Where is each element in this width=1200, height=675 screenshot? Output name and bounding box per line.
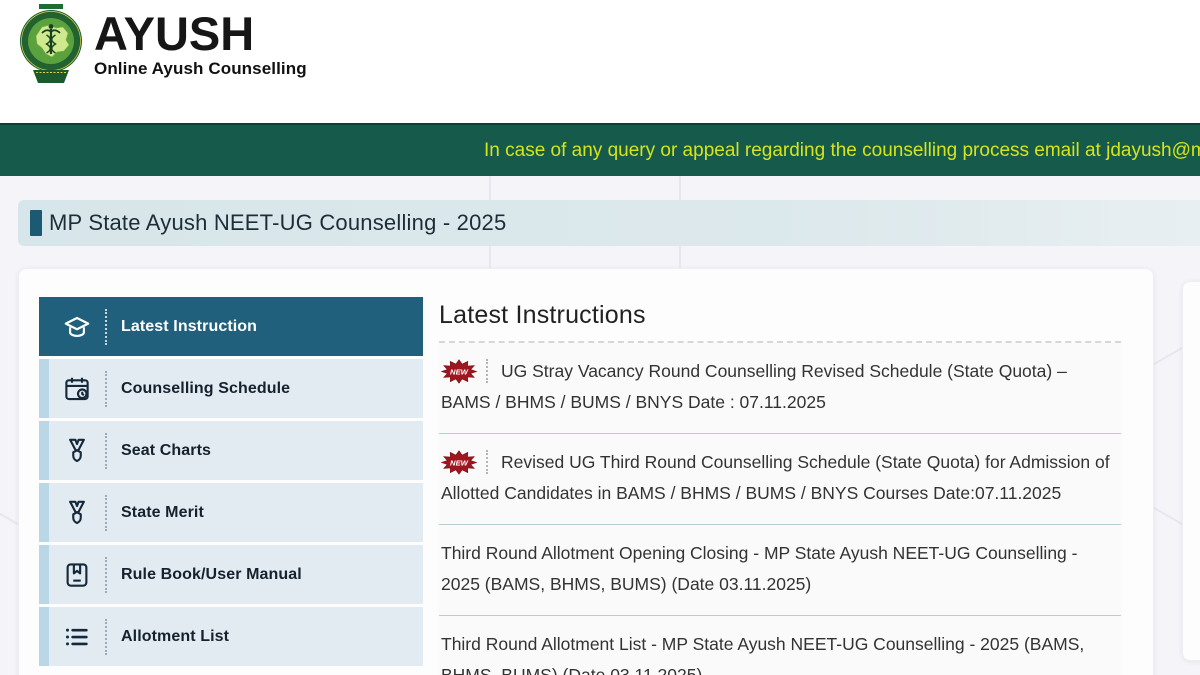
new-badge-icon: NEW xyxy=(441,359,477,384)
sidebar-item-label: Counselling Schedule xyxy=(121,380,290,398)
news-item: NEWUG Stray Vacancy Round Counselling Re… xyxy=(439,343,1121,434)
site-header: AYUSH Online Ayush Counselling xyxy=(0,0,1200,123)
icon-label-divider xyxy=(105,619,107,655)
brand-name: AYUSH xyxy=(94,10,307,58)
sidebar-item-seat-charts[interactable]: Seat Charts xyxy=(49,421,423,480)
sidebar-item-label: Seat Charts xyxy=(121,442,211,460)
sidebar-item-label: Latest Instruction xyxy=(121,318,257,336)
medal-icon xyxy=(49,436,105,466)
announcement-marquee-text: In case of any query or appeal regarding… xyxy=(484,140,1200,162)
sidebar-item-counselling-schedule[interactable]: Counselling Schedule xyxy=(49,359,423,418)
icon-label-divider xyxy=(105,309,107,345)
news-item-link[interactable]: Third Round Allotment List - MP State Ay… xyxy=(441,634,1084,675)
sidebar-item-allotment-list[interactable]: Allotment List xyxy=(49,607,423,666)
badge-text-divider xyxy=(486,450,488,474)
announcement-banner: In case of any query or appeal regarding… xyxy=(0,123,1200,176)
main-panel: Latest Instruction Counselling Schedule Se… xyxy=(18,268,1154,675)
news-list: NEWUG Stray Vacancy Round Counselling Re… xyxy=(439,343,1121,675)
svg-text:NEW: NEW xyxy=(450,367,469,376)
sidebar-item-label: State Merit xyxy=(121,504,204,522)
news-item-link[interactable]: Revised UG Third Round Counselling Sched… xyxy=(441,452,1110,503)
new-badge-icon: NEW xyxy=(441,450,477,475)
content-heading: Latest Instructions xyxy=(439,301,1121,330)
sidebar: Latest Instruction Counselling Schedule Se… xyxy=(39,297,423,669)
icon-label-divider xyxy=(105,371,107,407)
sidebar-item-latest-instruction[interactable]: Latest Instruction xyxy=(49,297,423,356)
brand-tagline: Online Ayush Counselling xyxy=(94,59,307,79)
medal-icon xyxy=(49,498,105,528)
svg-text:NEW: NEW xyxy=(450,458,469,467)
page-title: MP State Ayush NEET-UG Counselling - 202… xyxy=(49,210,506,236)
title-accent-bar xyxy=(30,210,42,236)
list-icon xyxy=(49,622,105,652)
news-item-link[interactable]: Third Round Allotment Opening Closing - … xyxy=(441,543,1077,594)
latest-instructions-section: Latest Instructions NEWUG Stray Vacancy … xyxy=(439,293,1121,675)
brand-lockup[interactable]: AYUSH Online Ayush Counselling xyxy=(18,4,307,86)
icon-label-divider xyxy=(105,495,107,531)
ayush-counselling-portal: AYUSH Online Ayush Counselling In case o… xyxy=(0,0,1200,675)
sidebar-item-label: Allotment List xyxy=(121,628,229,646)
rule-book-icon xyxy=(49,560,105,590)
sidebar-item-rule-book-user-manual[interactable]: Rule Book/User Manual xyxy=(49,545,423,604)
sidebar-item-label: Rule Book/User Manual xyxy=(121,566,302,584)
news-item: Third Round Allotment List - MP State Ay… xyxy=(439,616,1121,675)
news-item-link[interactable]: UG Stray Vacancy Round Counselling Revis… xyxy=(441,361,1067,412)
sidebar-item-state-merit[interactable]: State Merit xyxy=(49,483,423,542)
graduation-cap-icon xyxy=(49,312,105,342)
icon-label-divider xyxy=(105,557,107,593)
badge-text-divider xyxy=(486,359,488,383)
icon-label-divider xyxy=(105,433,107,469)
news-item: Third Round Allotment Opening Closing - … xyxy=(439,525,1121,616)
ayush-seal-logo xyxy=(18,4,84,86)
news-item: NEWRevised UG Third Round Counselling Sc… xyxy=(439,434,1121,525)
calendar-icon xyxy=(49,374,105,404)
page-title-bar: MP State Ayush NEET-UG Counselling - 202… xyxy=(18,200,1200,246)
right-edge-panel xyxy=(1182,281,1200,661)
